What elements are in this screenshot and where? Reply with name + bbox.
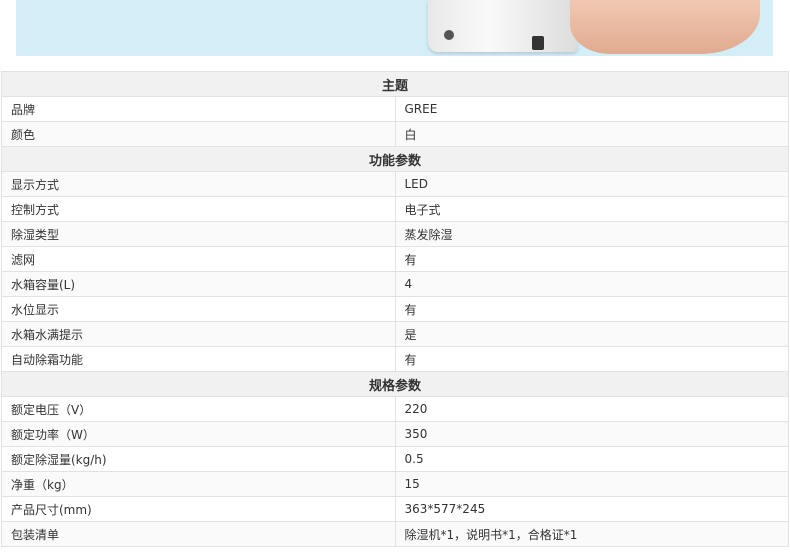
- spec-value: 白: [394, 121, 789, 147]
- spec-value: 是: [394, 321, 789, 347]
- device-handle: [532, 36, 544, 50]
- spec-label: 产品尺寸(mm): [1, 496, 395, 522]
- spec-value: 有: [394, 346, 789, 372]
- spec-value: 350: [394, 421, 789, 447]
- hand-image: [570, 0, 760, 54]
- spec-label: 净重（kg）: [1, 471, 395, 497]
- spec-row: 额定除湿量(kg/h) 0.5: [1, 446, 789, 472]
- spec-value: 220: [394, 396, 789, 422]
- spec-row: 除湿类型 蒸发除湿: [1, 221, 789, 247]
- spec-row: 额定电压（V） 220: [1, 396, 789, 422]
- spec-table-body: 主题 品牌 GREE 颜色白功能参数 显示方式 LED 控制方式 电子式 除湿类型 蒸发除湿 滤网有…: [1, 71, 789, 547]
- spec-value: 有: [394, 246, 789, 272]
- spec-row: 控制方式 电子式: [1, 196, 789, 222]
- spec-row: 滤网有: [1, 246, 789, 272]
- spec-row: 颜色白: [1, 121, 789, 147]
- spec-row: 净重（kg） 15: [1, 471, 789, 497]
- spec-label: 除湿类型: [1, 221, 395, 247]
- device-wheel: [444, 30, 454, 40]
- spec-label: 颜色: [1, 121, 395, 147]
- spec-row: 显示方式 LED: [1, 171, 789, 197]
- spec-label: 自动除霜功能: [1, 346, 395, 372]
- spec-value: 363*577*245: [394, 496, 789, 522]
- spec-row: 产品尺寸(mm) 363*577*245: [1, 496, 789, 522]
- spec-row: 自动除霜功能有: [1, 346, 789, 372]
- spec-value: 有: [394, 296, 789, 322]
- section-title: 功能参数: [1, 146, 789, 172]
- spec-label: 显示方式: [1, 171, 395, 197]
- spec-label: 额定电压（V）: [1, 396, 395, 422]
- spec-value: 除湿机*1，说明书*1，合格证*1: [394, 521, 789, 547]
- spec-label: 控制方式: [1, 196, 395, 222]
- spec-row: 水箱容量(L) 4: [1, 271, 789, 297]
- section-header-row: 规格参数: [1, 371, 789, 397]
- spec-label: 水箱容量(L): [1, 271, 395, 297]
- spec-value: 0.5: [394, 446, 789, 472]
- spec-table: 主题 品牌 GREE 颜色白功能参数 显示方式 LED 控制方式 电子式 除湿类型 蒸发除湿 滤网有…: [1, 71, 789, 547]
- section-header-row: 主题: [1, 71, 789, 97]
- spec-row: 品牌 GREE: [1, 96, 789, 122]
- dehumidifier-image: [428, 0, 578, 52]
- spec-row: 包装清单 除湿机*1，说明书*1，合格证*1: [1, 521, 789, 547]
- spec-value: GREE: [394, 96, 789, 122]
- spec-value: 15: [394, 471, 789, 497]
- spec-value: 蒸发除湿: [394, 221, 789, 247]
- spec-label: 额定功率（W）: [1, 421, 395, 447]
- spec-label: 额定除湿量(kg/h): [1, 446, 395, 472]
- spec-row: 水位显示有: [1, 296, 789, 322]
- spec-label: 包装清单: [1, 521, 395, 547]
- spec-label: 水箱水满提示: [1, 321, 395, 347]
- spec-label: 水位显示: [1, 296, 395, 322]
- spec-row: 水箱水满提示是: [1, 321, 789, 347]
- spec-label: 品牌: [1, 96, 395, 122]
- spec-value: LED: [394, 171, 789, 197]
- spec-value: 4: [394, 271, 789, 297]
- spec-row: 额定功率（W） 350: [1, 421, 789, 447]
- section-title: 主题: [1, 71, 789, 97]
- spec-label: 滤网: [1, 246, 395, 272]
- spec-value: 电子式: [394, 196, 789, 222]
- section-title: 规格参数: [1, 371, 789, 397]
- section-header-row: 功能参数: [1, 146, 789, 172]
